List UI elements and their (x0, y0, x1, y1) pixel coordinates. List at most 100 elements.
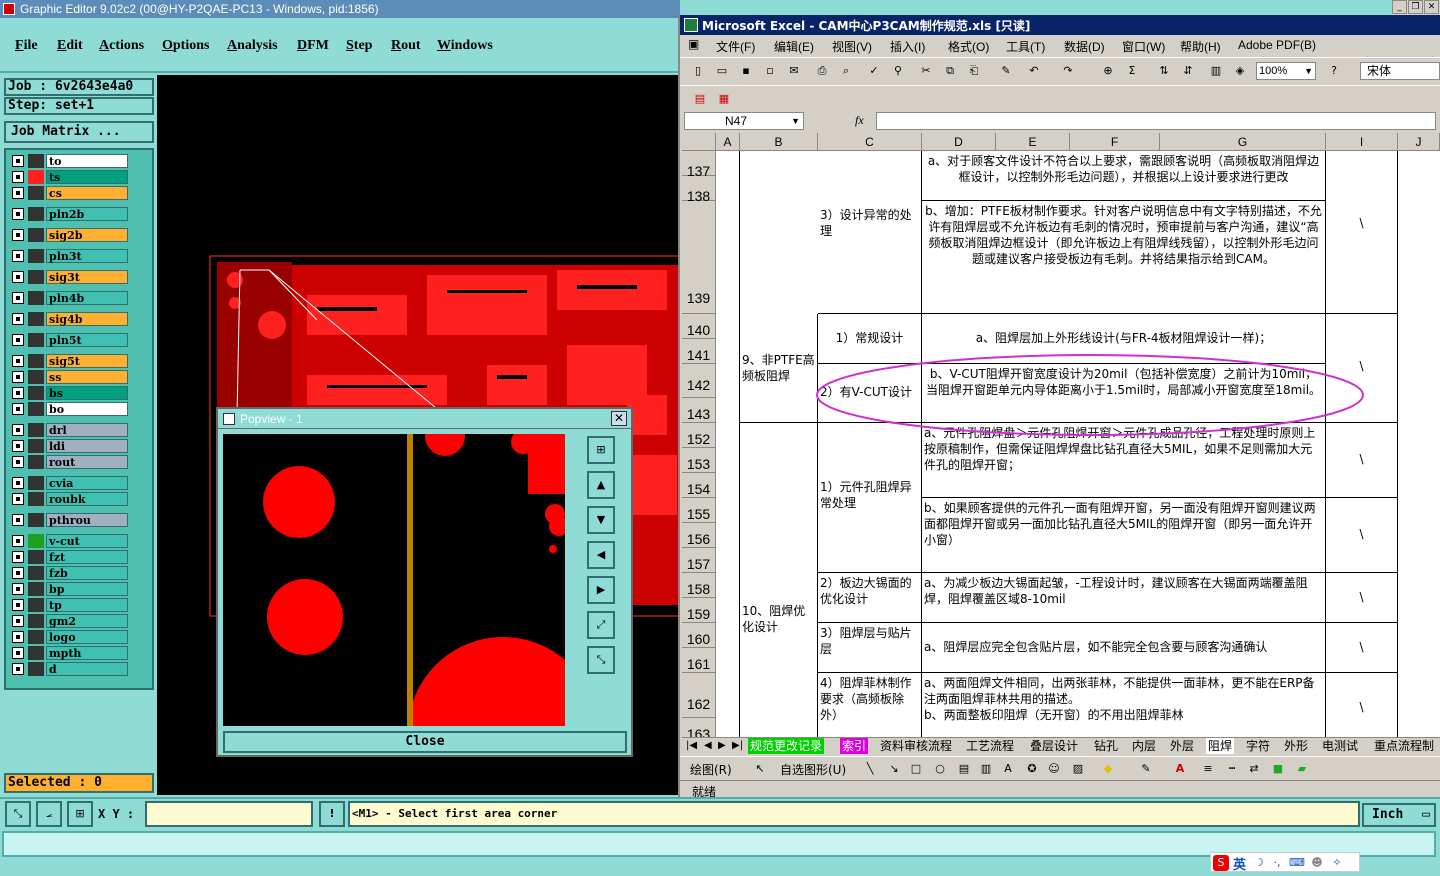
tab-nav-first-icon[interactable]: |◀ (684, 738, 699, 754)
layer-checkbox[interactable] (12, 313, 24, 325)
layer-row-bs[interactable]: bs (10, 386, 128, 400)
sheet-tab-active[interactable]: 阻焊 (1206, 738, 1235, 754)
layer-row-logo[interactable]: logo (10, 630, 128, 644)
cut-icon[interactable]: ✂ (918, 63, 934, 79)
layer-row-pthrou[interactable]: pthrou (10, 513, 128, 527)
xl-menu-insert[interactable]: 插入(I) (890, 38, 925, 55)
row-header[interactable]: 142 (682, 364, 716, 398)
paste-icon[interactable]: ⎗ (966, 63, 982, 79)
hyperlink-icon[interactable]: ⊕ (1100, 63, 1116, 79)
col-header-b[interactable]: B (740, 133, 818, 151)
menu-step[interactable]: Step (346, 38, 372, 54)
xl-menu-format[interactable]: 格式(O) (948, 38, 989, 55)
layer-checkbox[interactable] (12, 208, 24, 220)
layer-label[interactable]: tp (46, 598, 128, 612)
zoom-out-icon[interactable]: ⤡ (587, 646, 615, 674)
layer-checkbox[interactable] (12, 250, 24, 262)
permission-icon[interactable]: ▫ (762, 63, 778, 79)
row-header[interactable]: 157 (682, 548, 716, 573)
3d-style-icon[interactable]: ▰ (1294, 761, 1310, 777)
col-header-j[interactable]: J (1398, 133, 1440, 151)
select-objects-icon[interactable]: ↖ (752, 761, 768, 777)
cell-d139[interactable]: b、增加：PTFE板材制作要求。针对客户说明信息中有文字特别描述，不允许有阻焊层… (922, 201, 1326, 314)
convert-pdf-email-icon[interactable]: ▦ (716, 91, 732, 107)
formula-input[interactable] (876, 112, 1436, 130)
layer-checkbox[interactable] (12, 355, 24, 367)
tab-nav-prev-icon[interactable]: ◀ (702, 738, 714, 754)
arrow-icon[interactable]: ↘ (886, 761, 902, 777)
format-painter-icon[interactable]: ✎ (998, 63, 1014, 79)
layer-label[interactable]: to (46, 154, 128, 168)
layer-color-swatch[interactable] (28, 170, 44, 184)
popview-title-bar[interactable]: Popview - 1 ✕ (218, 409, 631, 429)
layer-color-swatch[interactable] (28, 270, 44, 284)
menu-file[interactable]: File (15, 38, 38, 54)
layer-color-swatch[interactable] (28, 386, 44, 400)
layer-label[interactable]: pln2b (46, 207, 128, 221)
layer-checkbox[interactable] (12, 477, 24, 489)
layer-row-pln2b[interactable]: pln2b (10, 207, 128, 221)
cell-i138[interactable]: \ (1326, 151, 1398, 314)
layer-color-swatch[interactable] (28, 598, 44, 612)
layer-color-swatch[interactable] (28, 550, 44, 564)
layer-color-swatch[interactable] (28, 423, 44, 437)
cell-c138[interactable]: 3）设计异常的处理 (818, 151, 922, 314)
xy-input[interactable] (145, 801, 313, 827)
layer-color-swatch[interactable] (28, 439, 44, 453)
arrow-style-icon[interactable]: ⇄ (1246, 761, 1262, 777)
row-header[interactable]: 152 (682, 423, 716, 448)
line-color-icon[interactable]: ✎ (1138, 761, 1154, 777)
worksheet-grid[interactable]: A B C D E F G I J 137 138 139 140 141 14… (682, 133, 1440, 737)
xl-menu-tools[interactable]: 工具(T) (1006, 38, 1045, 55)
col-header-i[interactable]: I (1326, 133, 1398, 151)
layer-row-pln3t[interactable]: pln3t (10, 249, 128, 263)
row-header[interactable]: 159 (682, 598, 716, 623)
layer-row-pln5t[interactable]: pln5t (10, 333, 128, 347)
layer-color-swatch[interactable] (28, 370, 44, 384)
col-header-f[interactable]: F (1070, 133, 1160, 151)
xl-menu-view[interactable]: 视图(V) (832, 38, 872, 55)
diagram-icon[interactable]: ✪ (1024, 761, 1040, 777)
ime-tools-icon[interactable]: ✧ (1329, 855, 1345, 871)
layer-label[interactable]: bs (46, 386, 128, 400)
layer-checkbox[interactable] (12, 440, 24, 452)
layer-color-swatch[interactable] (28, 455, 44, 469)
snap-icon[interactable]: ⤡ (5, 801, 31, 827)
row-header[interactable]: 143 (682, 398, 716, 423)
sheet-tab[interactable]: 字符 (1244, 738, 1272, 754)
layer-row-fzt[interactable]: fzt (10, 550, 128, 564)
layer-row-cvia[interactable]: cvia (10, 476, 128, 490)
layer-label[interactable]: bo (46, 402, 128, 416)
row-header[interactable]: 153 (682, 448, 716, 473)
pan-up-icon[interactable]: ▲ (587, 471, 615, 499)
zoom-fit-icon[interactable]: ⊞ (587, 436, 615, 464)
xl-menu-edit[interactable]: 编辑(E) (774, 38, 814, 55)
layer-row-tp[interactable]: tp (10, 598, 128, 612)
layer-row-sig5t[interactable]: sig5t (10, 354, 128, 368)
layer-checkbox[interactable] (12, 615, 24, 627)
layer-label[interactable]: roubk (46, 492, 128, 506)
ime-mode[interactable]: 英 (1233, 854, 1246, 873)
cell-i162[interactable]: \ (1326, 673, 1398, 737)
dash-style-icon[interactable]: ┅ (1224, 761, 1240, 777)
layer-checkbox[interactable] (12, 583, 24, 595)
grid-icon[interactable]: ⊞ (67, 801, 93, 827)
layer-label[interactable]: ldi (46, 439, 128, 453)
menu-rout[interactable]: Rout (391, 38, 421, 54)
layer-color-swatch[interactable] (28, 630, 44, 644)
cell-b141[interactable]: 9、非PTFE高频板阻焊 (740, 314, 818, 423)
row-header[interactable]: 154 (682, 473, 716, 498)
sheet-tab[interactable]: 重点流程制作 (1372, 738, 1440, 769)
print-icon[interactable]: ⎙ (814, 63, 830, 79)
layer-label[interactable]: v-cut (46, 534, 128, 548)
col-header-e[interactable]: E (996, 133, 1070, 151)
layer-color-swatch[interactable] (28, 492, 44, 506)
layer-color-swatch[interactable] (28, 582, 44, 596)
row-header[interactable]: 162 (682, 673, 716, 718)
layer-color-swatch[interactable] (28, 476, 44, 490)
layer-row-fzb[interactable]: fzb (10, 566, 128, 580)
layer-checkbox[interactable] (12, 403, 24, 415)
research-icon[interactable]: ⚲ (890, 63, 906, 79)
sheet-tab[interactable]: 内层 (1130, 738, 1158, 754)
row-header[interactable]: 158 (682, 573, 716, 598)
